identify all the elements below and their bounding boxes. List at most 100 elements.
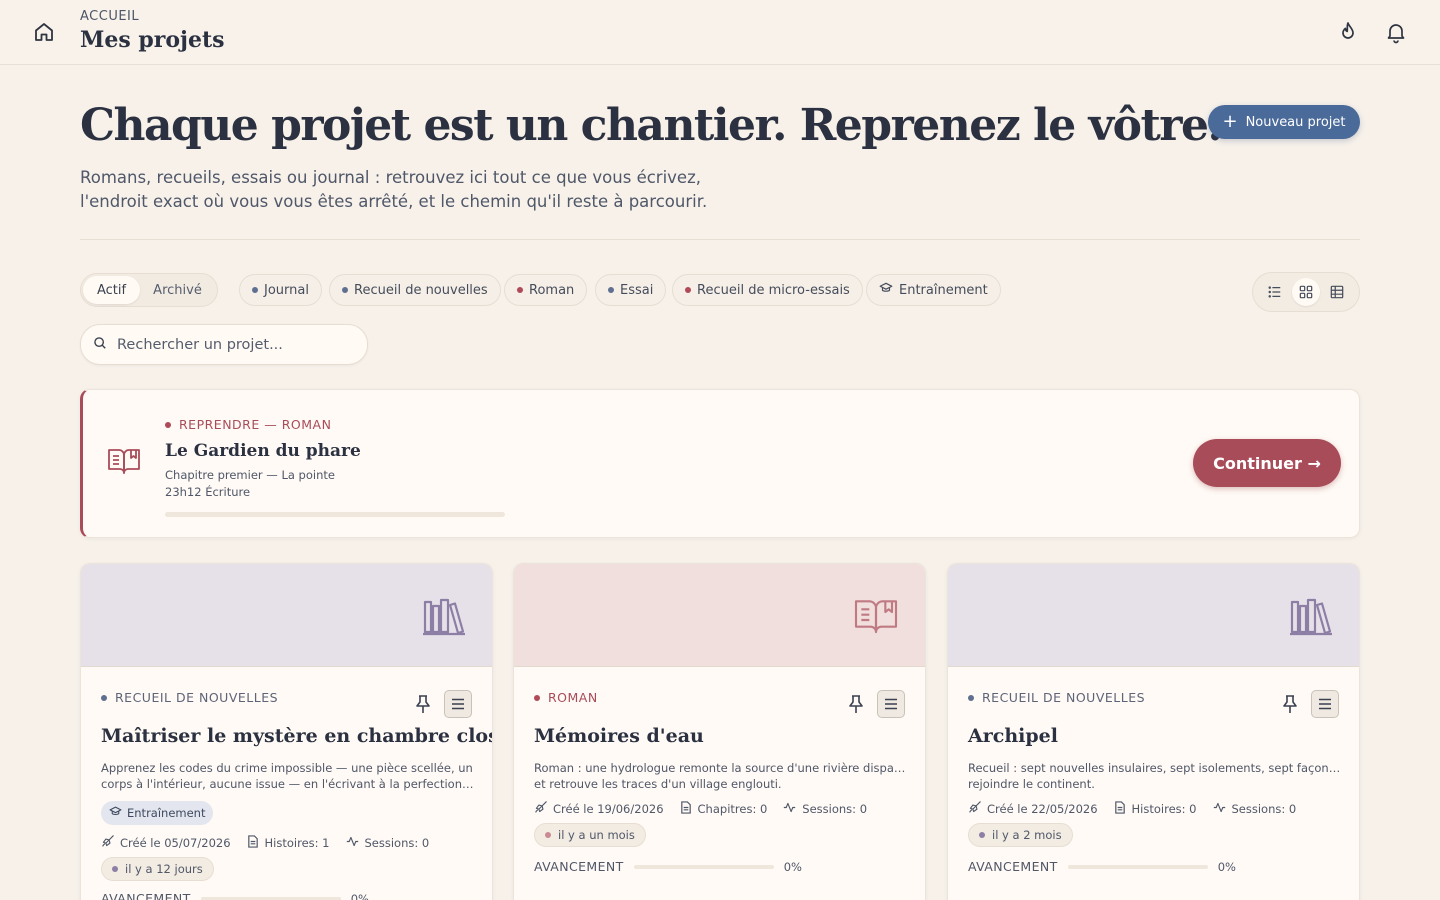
progress-label: AVANCEMENT bbox=[968, 859, 1058, 874]
bell-icon[interactable] bbox=[1384, 20, 1408, 44]
card-meta: Créé le 22/05/2026 Histoires: 0 Sessions… bbox=[968, 801, 1296, 817]
hero-subtitle-line: l'endroit exact où vous vous êtes arrêté… bbox=[80, 192, 708, 211]
resume-chapter: Chapitre premier — La pointe bbox=[165, 468, 335, 482]
card-menu-button[interactable] bbox=[444, 690, 472, 718]
card-genre: ROMAN bbox=[534, 690, 598, 705]
card-title[interactable]: Mémoires d'eau bbox=[534, 725, 704, 747]
last-edit-label: il y a 12 jours bbox=[125, 862, 203, 876]
created-label: Créé le 19/06/2026 bbox=[553, 802, 664, 816]
table-view-icon[interactable] bbox=[1323, 278, 1351, 306]
count-meta: Histoires: 0 bbox=[1114, 801, 1197, 817]
created-label: Créé le 05/07/2026 bbox=[120, 836, 231, 850]
filter-chip-recueil-nouvelles[interactable]: Recueil de nouvelles bbox=[329, 274, 501, 306]
card-progress: AVANCEMENT 0% bbox=[534, 859, 802, 874]
breadcrumb[interactable]: ACCUEIL bbox=[80, 9, 139, 24]
card-description-line: rejoindre le continent. bbox=[968, 777, 1095, 791]
count-meta: Chapitres: 0 bbox=[680, 801, 767, 817]
home-icon[interactable] bbox=[32, 20, 56, 44]
card-progress: AVANCEMENT 0% bbox=[968, 859, 1236, 874]
card-progress: AVANCEMENT 0% bbox=[101, 891, 369, 900]
created-label: Créé le 22/05/2026 bbox=[987, 802, 1098, 816]
filter-chip-micro-essais[interactable]: Recueil de micro-essais bbox=[672, 274, 863, 306]
search-input[interactable] bbox=[117, 336, 347, 353]
card-title[interactable]: Maîtriser le mystère en chambre close bbox=[101, 725, 492, 747]
filter-chip-entrainement[interactable]: Entraînement bbox=[866, 274, 1001, 306]
activity-icon bbox=[346, 835, 359, 851]
card-description-line: Recueil : sept nouvelles insulaires, sep… bbox=[968, 761, 1343, 775]
created-meta: Créé le 22/05/2026 bbox=[968, 801, 1098, 817]
project-card[interactable]: RECUEIL DE NOUVELLES Archipel Recueil : … bbox=[947, 563, 1360, 900]
dot-icon bbox=[252, 287, 258, 293]
status-toggle: Actif Archivé bbox=[80, 273, 218, 307]
chip-label: Essai bbox=[620, 282, 654, 298]
document-icon bbox=[1114, 801, 1126, 817]
last-edit-badge: il y a 2 mois bbox=[968, 823, 1073, 847]
chip-label: Journal bbox=[264, 282, 309, 298]
hero-subtitle-line: Romans, recueils, essais ou journal : re… bbox=[80, 168, 701, 187]
chip-label: Recueil de micro-essais bbox=[697, 282, 850, 298]
menu-icon bbox=[451, 695, 465, 714]
card-title[interactable]: Archipel bbox=[968, 725, 1058, 747]
hero-title: Chaque projet est un chantier. Reprenez … bbox=[80, 100, 1223, 151]
hero-subtitle: Romans, recueils, essais ou journal : re… bbox=[80, 166, 780, 214]
flame-icon[interactable] bbox=[1336, 20, 1360, 44]
project-card[interactable]: ROMAN Mémoires d'eau Roman : une hydrolo… bbox=[513, 563, 926, 900]
dot-icon bbox=[165, 421, 171, 428]
dot-icon bbox=[534, 694, 540, 701]
document-icon bbox=[680, 801, 692, 817]
last-edit-badge: il y a 12 jours bbox=[101, 857, 214, 881]
view-switch bbox=[1252, 272, 1360, 312]
sessions-meta: Sessions: 0 bbox=[1213, 801, 1296, 817]
search-box bbox=[80, 324, 368, 365]
continue-button[interactable]: Continuer → bbox=[1193, 439, 1341, 487]
dot-icon bbox=[685, 287, 691, 293]
status-archived-tab[interactable]: Archivé bbox=[140, 276, 215, 304]
chip-label: Recueil de nouvelles bbox=[354, 282, 488, 298]
card-menu-button[interactable] bbox=[1311, 690, 1339, 718]
last-edit-label: il y a 2 mois bbox=[992, 828, 1062, 842]
count-meta: Histoires: 1 bbox=[247, 835, 330, 851]
progress-label: AVANCEMENT bbox=[534, 859, 624, 874]
new-project-button[interactable]: + Nouveau projet bbox=[1208, 105, 1360, 139]
progress-percent: 0% bbox=[350, 891, 369, 900]
status-active-tab[interactable]: Actif bbox=[83, 276, 140, 304]
card-cover bbox=[948, 564, 1359, 667]
list-view-icon[interactable] bbox=[1261, 278, 1289, 306]
resume-title[interactable]: Le Gardien du phare bbox=[165, 441, 361, 461]
card-meta: Créé le 05/07/2026 Histoires: 1 Sessions… bbox=[101, 835, 429, 851]
library-books-icon bbox=[422, 596, 466, 640]
card-genre-label: RECUEIL DE NOUVELLES bbox=[115, 690, 279, 705]
rocket-icon bbox=[534, 801, 547, 817]
pin-icon[interactable] bbox=[1281, 694, 1299, 718]
count-label: Histoires: 0 bbox=[1131, 802, 1197, 816]
dot-icon bbox=[101, 694, 107, 701]
card-description-line: Apprenez les codes du crime impossible —… bbox=[101, 761, 473, 775]
resume-progress-bar bbox=[165, 512, 505, 517]
filter-chip-roman[interactable]: Roman bbox=[504, 274, 588, 306]
card-description-line: et retrouve les traces d'un village engl… bbox=[534, 777, 782, 791]
rocket-icon bbox=[101, 835, 114, 851]
progress-bar bbox=[200, 896, 341, 900]
dot-icon bbox=[342, 287, 348, 293]
dot-icon bbox=[517, 287, 523, 293]
progress-percent: 0% bbox=[783, 859, 802, 874]
dot-icon bbox=[979, 832, 985, 838]
card-description: Apprenez les codes du crime impossible —… bbox=[101, 760, 476, 792]
card-menu-button[interactable] bbox=[877, 690, 905, 718]
last-edit-label: il y a un mois bbox=[558, 828, 635, 842]
pin-icon[interactable] bbox=[847, 694, 865, 718]
page-title: Mes projets bbox=[80, 27, 225, 53]
grid-view-icon[interactable] bbox=[1291, 278, 1320, 306]
progress-label: AVANCEMENT bbox=[101, 891, 191, 900]
filter-chip-essai[interactable]: Essai bbox=[595, 274, 667, 306]
chip-label: Entraînement bbox=[899, 282, 988, 298]
project-card[interactable]: RECUEIL DE NOUVELLES Maîtriser le mystèr… bbox=[80, 563, 493, 900]
last-edit-badge: il y a un mois bbox=[534, 823, 646, 847]
divider bbox=[80, 239, 1360, 240]
card-genre-label: ROMAN bbox=[548, 690, 598, 705]
resume-time: 23h12 Écriture bbox=[165, 485, 251, 499]
filter-chip-journal[interactable]: Journal bbox=[239, 274, 322, 306]
dot-icon bbox=[112, 866, 118, 872]
document-icon bbox=[247, 835, 259, 851]
pin-icon[interactable] bbox=[414, 694, 432, 718]
